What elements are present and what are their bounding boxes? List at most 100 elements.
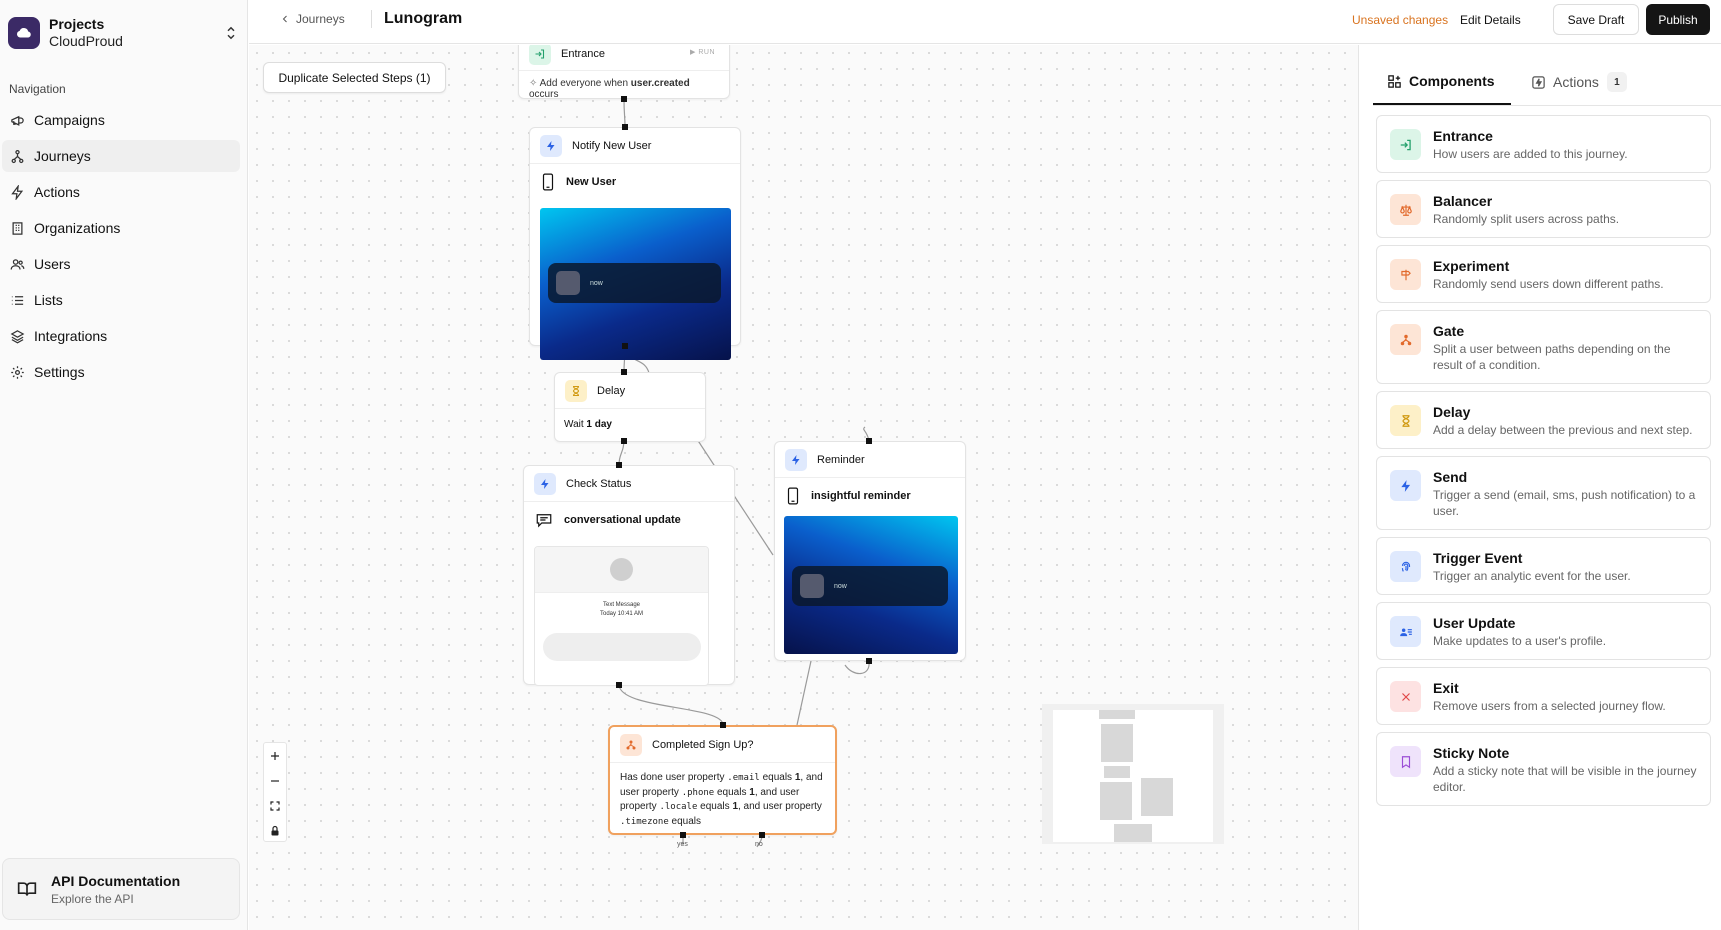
component-sticky-note[interactable]: Sticky Note Add a sticky note that will b… — [1376, 732, 1711, 806]
megaphone-icon — [11, 115, 24, 126]
app: Projects CloudProud Navigation Campaigns… — [0, 0, 1721, 930]
zoom-in-button[interactable] — [264, 743, 286, 768]
node-notify-new-user[interactable]: Notify New User New User now — [529, 127, 741, 360]
component-trigger-event[interactable]: Trigger Event Trigger an analytic event f… — [1376, 537, 1711, 595]
split-icon — [1390, 324, 1421, 355]
zoom-out-button[interactable] — [264, 768, 286, 793]
component-entrance[interactable]: Entrance How users are added to this jour… — [1376, 115, 1711, 173]
sidebar-item-organizations[interactable]: Organizations — [2, 212, 240, 244]
lock-icon — [271, 825, 279, 835]
delay-description: Wait 1 day — [564, 419, 612, 430]
components-panel: Components Actions 1 Entrance How users a… — [1358, 45, 1721, 930]
handle[interactable] — [866, 438, 872, 444]
component-delay[interactable]: Delay Add a delay between the previous an… — [1376, 391, 1711, 449]
minimap-node — [1114, 824, 1152, 842]
sidebar-item-journeys[interactable]: Journeys — [2, 140, 240, 172]
node-title: Notify New User — [572, 139, 652, 152]
journey-canvas[interactable]: Duplicate Selected Steps (1) Entrance ▶ … — [249, 45, 1358, 930]
project-switcher[interactable]: Projects CloudProud — [8, 12, 240, 54]
breadcrumb-back[interactable]: Journeys — [279, 12, 345, 26]
bookmark-icon — [1390, 746, 1421, 777]
api-documentation-link[interactable]: API Documentation Explore the API — [2, 858, 240, 920]
handle[interactable] — [622, 124, 628, 130]
node-delay[interactable]: Delay Wait 1 day — [554, 372, 706, 442]
node-entrance[interactable]: Entrance ▶ RUN ✧ Add everyone when user.… — [518, 45, 730, 100]
sidebar-item-settings[interactable]: Settings — [2, 356, 240, 388]
bolt-square-icon — [1532, 75, 1545, 89]
handle[interactable] — [866, 658, 872, 664]
run-tag[interactable]: ▶ RUN — [690, 48, 715, 56]
publish-button[interactable]: Publish — [1646, 4, 1710, 35]
project-org: CloudProud — [49, 33, 123, 49]
push-time: now — [590, 279, 603, 287]
signpost-icon — [1390, 259, 1421, 290]
hourglass-icon — [565, 379, 587, 402]
layers-icon — [10, 329, 25, 343]
handle[interactable] — [616, 682, 622, 688]
component-gate[interactable]: Gate Split a user between paths depending… — [1376, 310, 1711, 384]
sidebar-item-integrations[interactable]: Integrations — [2, 320, 240, 352]
sms-bubble — [542, 633, 701, 661]
api-doc-title: API Documentation — [51, 872, 181, 889]
divider — [371, 10, 372, 28]
handle[interactable] — [622, 343, 628, 349]
save-draft-button[interactable]: Save Draft — [1553, 4, 1639, 35]
sidebar-item-label: Lists — [34, 292, 63, 308]
bolt-icon — [1390, 470, 1421, 501]
sidebar-item-lists[interactable]: Lists — [2, 284, 240, 316]
split-icon — [620, 733, 642, 756]
handle[interactable] — [621, 96, 627, 102]
fit-view-button[interactable] — [264, 793, 286, 818]
handle-no[interactable] — [759, 832, 765, 838]
fit-view-icon — [270, 800, 280, 811]
template-name: conversational update — [564, 514, 681, 526]
node-reminder[interactable]: Reminder insightful reminder now — [774, 441, 966, 661]
edge-label-yes: yes — [677, 841, 688, 848]
component-balancer[interactable]: Balancer Randomly split users across path… — [1376, 180, 1711, 238]
component-user-update[interactable]: User Update Make updates to a user's prof… — [1376, 602, 1711, 660]
node-check-status[interactable]: Check Status conversational update Text … — [523, 465, 735, 686]
handle[interactable] — [616, 462, 622, 468]
sidebar-item-label: Settings — [34, 364, 85, 380]
gear-icon — [11, 365, 24, 379]
hourglass-icon — [1390, 405, 1421, 436]
handle-yes[interactable] — [680, 832, 686, 838]
minimap[interactable] — [1042, 704, 1224, 844]
push-time: now — [834, 582, 847, 590]
minimap-node — [1104, 766, 1130, 778]
handle[interactable] — [621, 438, 627, 444]
duplicate-selected-steps-button[interactable]: Duplicate Selected Steps (1) — [263, 62, 446, 93]
x-icon — [1390, 681, 1421, 712]
sidebar-item-label: Integrations — [34, 328, 108, 344]
template-name: insightful reminder — [811, 490, 911, 502]
component-experiment[interactable]: Experiment Randomly send users down diffe… — [1376, 245, 1711, 303]
cloud-logo-icon — [8, 17, 40, 49]
project-name: Projects — [49, 16, 105, 32]
app-icon — [556, 271, 580, 295]
handle[interactable] — [720, 722, 726, 728]
lock-button[interactable] — [264, 818, 286, 843]
sidebar-item-label: Journeys — [34, 148, 91, 164]
journey-icon — [11, 149, 24, 163]
push-preview: now — [540, 208, 731, 360]
top-bar: Journeys Lunogram Unsaved changes Edit D… — [249, 0, 1721, 44]
app-icon — [800, 574, 824, 598]
handle[interactable] — [621, 369, 627, 375]
bolt-icon — [534, 472, 556, 495]
component-send[interactable]: Send Trigger a send (email, sms, push not… — [1376, 456, 1711, 530]
edit-details-button[interactable]: Edit Details — [1460, 13, 1521, 27]
node-gate-completed-sign-up[interactable]: Completed Sign Up? Has done user propert… — [608, 725, 837, 835]
push-preview: now — [784, 516, 958, 654]
sidebar-nav: Campaigns Journeys Actions Organizations… — [2, 104, 240, 392]
api-doc-subtitle: Explore the API — [51, 891, 134, 906]
tab-components[interactable]: Components — [1373, 59, 1511, 105]
tab-actions[interactable]: Actions 1 — [1531, 59, 1641, 105]
sidebar-item-campaigns[interactable]: Campaigns — [2, 104, 240, 136]
node-title: Delay — [597, 384, 626, 397]
smartphone-icon — [542, 173, 554, 191]
sidebar-item-users[interactable]: Users — [2, 248, 240, 280]
book-open-icon — [17, 882, 37, 896]
component-exit[interactable]: Exit Remove users from a selected journey… — [1376, 667, 1711, 725]
sidebar-item-actions[interactable]: Actions — [2, 176, 240, 208]
sms-label: Text Message — [602, 602, 641, 608]
